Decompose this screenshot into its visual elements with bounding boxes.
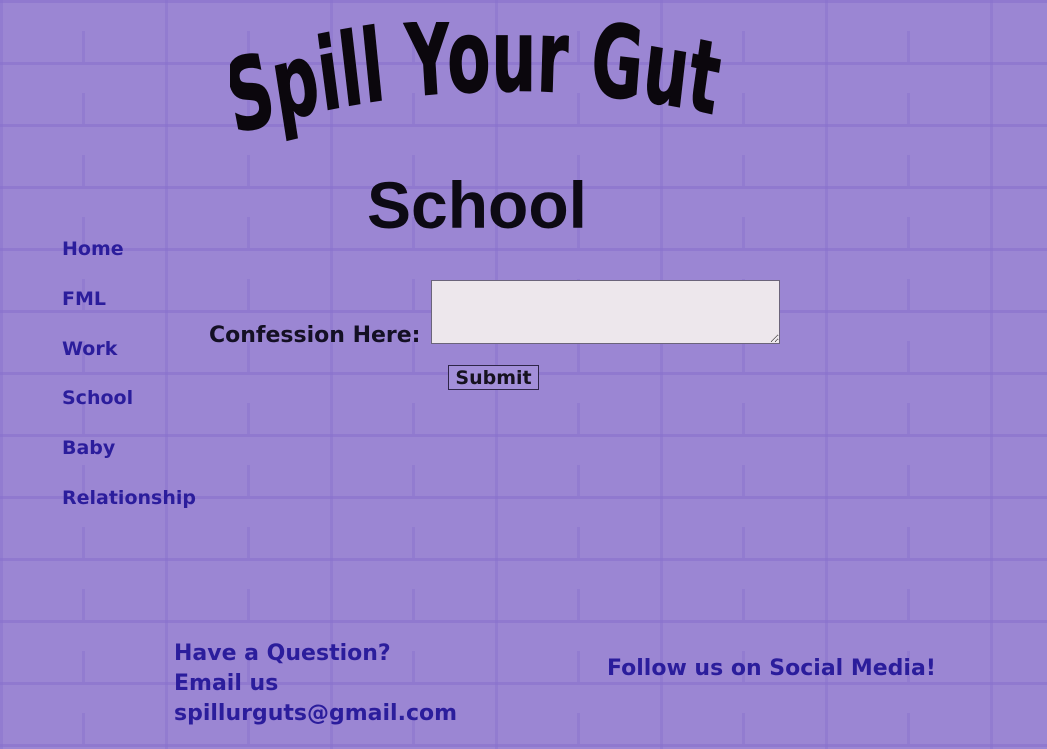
social-media-text: Follow us on Social Media!: [607, 656, 936, 681]
contact-email: spillurguts@gmail.com: [174, 701, 458, 726]
svg-text:Spill Your Guts!: Spill Your Guts!: [230, 22, 727, 158]
nav-relationship[interactable]: Relationship: [62, 485, 196, 535]
nav-school[interactable]: School: [62, 385, 196, 435]
confession-input[interactable]: [431, 280, 780, 344]
nav-home[interactable]: Home: [62, 236, 196, 286]
submit-button[interactable]: Submit: [448, 365, 539, 390]
contact-info: Have a Question? Email us spillurguts@gm…: [174, 639, 457, 729]
nav-baby[interactable]: Baby: [62, 435, 196, 485]
site-logo: Spill Your Guts!: [230, 22, 728, 158]
nav-work[interactable]: Work: [62, 336, 196, 386]
contact-question: Have a Question?: [174, 641, 391, 666]
confession-label: Confession Here:: [209, 323, 421, 348]
contact-email-prompt: Email us: [174, 671, 279, 696]
sidebar-nav: Home FML Work School Baby Relationship: [62, 236, 196, 535]
page-title: School: [367, 168, 588, 242]
nav-fml[interactable]: FML: [62, 286, 196, 336]
logo-text: Spill Your Guts!: [230, 22, 728, 158]
